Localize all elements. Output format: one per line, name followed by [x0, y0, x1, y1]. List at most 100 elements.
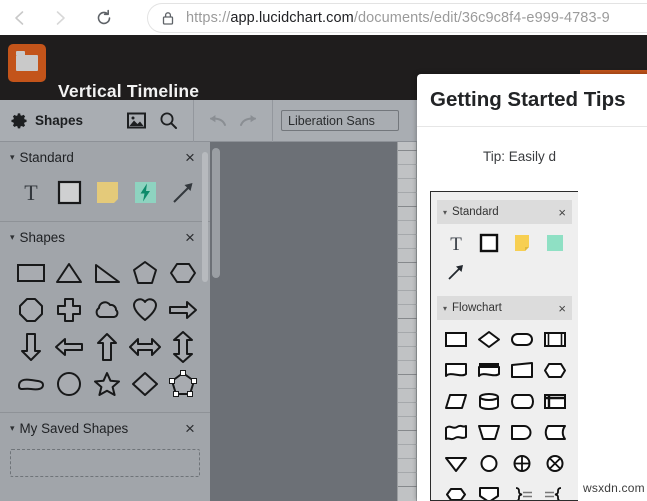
hexagon-shape[interactable] [164, 254, 202, 291]
undo-button[interactable] [204, 108, 230, 134]
modal-shape-panel-image: ▾ Standard × T ▾ Flowchart × [430, 191, 578, 501]
sidebar-section-standard-header[interactable]: ▾ Standard × [0, 142, 210, 172]
reload-button[interactable] [84, 0, 124, 35]
curved-banner-shape[interactable] [12, 365, 50, 402]
square-shape [472, 228, 505, 257]
text-T-shape: T [439, 228, 472, 257]
back-button[interactable] [0, 0, 40, 35]
sidebar-shapes-grid [0, 252, 210, 408]
modal-header: Getting Started Tips [417, 74, 647, 127]
shapes-sidebar: ▾ Standard × T ▾ Shapes × ▾ My Saved Sha… [0, 142, 210, 501]
font-family-value: Liberation Sans [288, 113, 375, 128]
trapezoid-shape [505, 355, 538, 386]
cross-shape[interactable] [50, 291, 88, 328]
saved-shapes-dropzone[interactable] [10, 449, 200, 477]
chevron-down-icon: ▾ [443, 303, 448, 313]
close-icon: × [558, 204, 566, 220]
canvas-vertical-scrollbar[interactable] [212, 148, 220, 278]
database-shape [472, 386, 505, 417]
star-shape[interactable] [88, 365, 126, 402]
font-family-select[interactable]: Liberation Sans [281, 110, 400, 131]
sidebar-section-saved-header[interactable]: ▾ My Saved Shapes × [0, 413, 210, 443]
left-right-arrow-shape[interactable] [126, 328, 164, 365]
process-shape [439, 324, 472, 355]
forward-arrow-icon [56, 10, 65, 25]
search-icon [160, 112, 177, 129]
chevron-down-icon: ▾ [443, 207, 448, 217]
modal-tip-text: Tip: Easily d [483, 149, 557, 164]
triangle-shape[interactable] [50, 254, 88, 291]
extract-shape [472, 479, 505, 500]
merge-shape [439, 448, 472, 479]
parallelogram-shape [439, 386, 472, 417]
pentagon-handles-shape[interactable] [164, 365, 202, 402]
address-bar[interactable]: https://app.lucidchart.com/documents/edi… [148, 4, 647, 32]
up-down-arrow-shape[interactable] [164, 328, 202, 365]
teal-square-shape [538, 228, 571, 257]
wave-document-shape [439, 417, 472, 448]
lightning-bolt-shape[interactable] [126, 174, 164, 211]
up-arrow-shape[interactable] [88, 328, 126, 365]
sidebar-section-shapes-title: Shapes [19, 229, 65, 245]
square-shape[interactable] [50, 174, 88, 211]
image-icon [126, 112, 146, 129]
left-arrow-shape[interactable] [50, 328, 88, 365]
sticky-note-shape[interactable] [88, 174, 126, 211]
arrow-line-shape[interactable] [164, 174, 202, 211]
url-scheme: https:// [186, 10, 231, 26]
summing-junction-shape [505, 448, 538, 479]
octagon-shape[interactable] [12, 291, 50, 328]
svg-text:T: T [24, 181, 38, 205]
circle-shape[interactable] [50, 365, 88, 402]
sidebar-standard-grid: T [0, 172, 210, 217]
hexagon-prep-shape [439, 479, 472, 500]
terminator-shape [505, 324, 538, 355]
close-icon[interactable]: × [182, 229, 198, 246]
insert-image-button[interactable] [123, 108, 149, 134]
gear-icon [11, 112, 27, 128]
decision-shape [472, 324, 505, 355]
undo-redo-group [194, 108, 272, 134]
close-icon[interactable]: × [182, 420, 198, 437]
cloud-shape[interactable] [88, 291, 126, 328]
document-shape [439, 355, 472, 386]
vertical-ruler [397, 142, 418, 501]
stored-data-shape [538, 417, 571, 448]
sidebar-section-shapes-header[interactable]: ▾ Shapes × [0, 222, 210, 252]
heart-shape[interactable] [126, 291, 164, 328]
chevron-down-icon[interactable]: ▾ [10, 232, 15, 243]
shapes-toolbar-group[interactable]: Shapes [0, 100, 193, 142]
preparation-shape [538, 355, 571, 386]
chevron-down-icon[interactable]: ▾ [10, 423, 15, 434]
multi-document-shape [472, 355, 505, 386]
chevron-down-icon[interactable]: ▾ [10, 152, 15, 163]
right-brace-shape [505, 479, 538, 500]
pentagon-shape[interactable] [126, 254, 164, 291]
close-icon[interactable]: × [182, 149, 198, 166]
sticky-note-shape [505, 228, 538, 257]
forward-button[interactable] [40, 0, 80, 35]
modal-flowchart-grid [431, 320, 578, 500]
app-logo-button[interactable] [8, 44, 46, 82]
diamond-shape[interactable] [126, 365, 164, 402]
watermark: wsxdn.com [583, 481, 645, 495]
modal-section-flowchart-title: Flowchart [452, 302, 502, 314]
sidebar-section-standard-title: Standard [19, 149, 74, 165]
predefined-process-shape [538, 324, 571, 355]
close-icon: × [558, 300, 566, 316]
down-arrow-shape[interactable] [12, 328, 50, 365]
getting-started-tips-modal: Getting Started Tips Tip: Easily d ▾ Sta… [417, 74, 647, 501]
search-shapes-button[interactable] [155, 108, 181, 134]
rectangle-shape[interactable] [12, 254, 50, 291]
right-arrow-shape[interactable] [164, 291, 202, 328]
shapes-toolbar-label: Shapes [35, 113, 84, 128]
arrow-line-shape [439, 257, 472, 286]
right-triangle-shape[interactable] [88, 254, 126, 291]
redo-button[interactable] [236, 108, 262, 134]
modal-section-standard-header: ▾ Standard × [437, 200, 572, 224]
reload-icon [97, 9, 111, 24]
url-path: /documents/edit/36c9c8f4-e999-4783-9 [353, 10, 610, 26]
redo-arrow-icon [240, 114, 257, 126]
text-T-shape[interactable]: T [12, 174, 50, 211]
direct-data-shape [505, 386, 538, 417]
